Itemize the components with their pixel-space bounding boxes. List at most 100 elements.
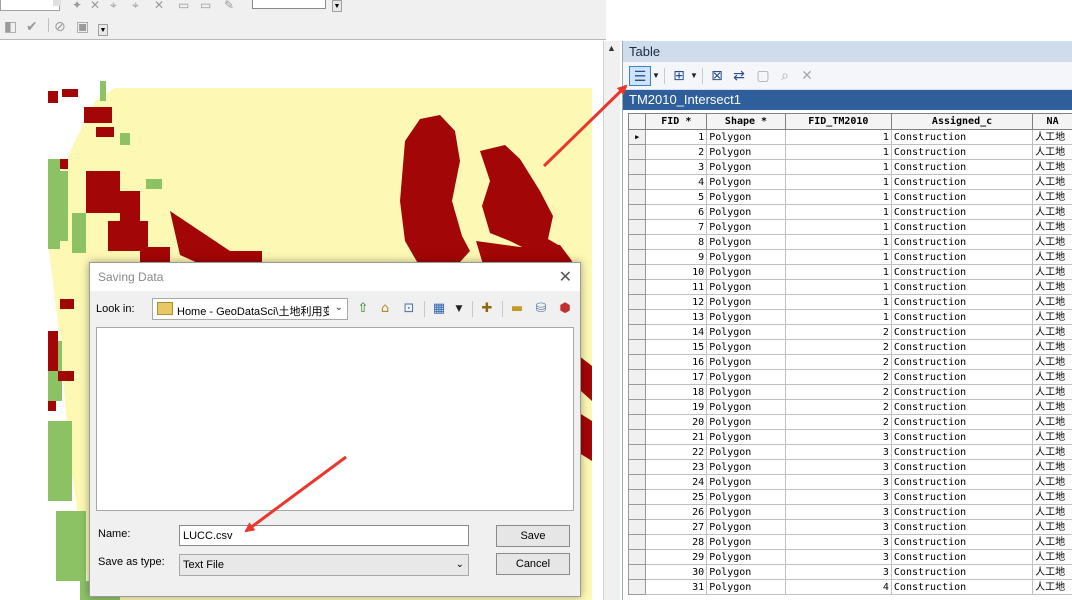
tool-icon[interactable]: ⌖	[132, 0, 139, 11]
cell-shape[interactable]: Polygon	[706, 414, 786, 430]
delete-selected-icon[interactable]: ✕	[797, 66, 817, 86]
cell-fid[interactable]: 20	[645, 414, 708, 430]
table-row[interactable]: 11 Polygon 1 Construction 人工地	[628, 279, 1072, 295]
row-selector[interactable]	[628, 444, 647, 460]
cell-fid[interactable]: 31	[645, 579, 708, 595]
cell-fid-tm2010[interactable]: 2	[784, 339, 892, 355]
cell-shape[interactable]: Polygon	[706, 294, 786, 310]
row-selector[interactable]	[628, 519, 647, 535]
table-tab[interactable]: TM2010_Intersect1	[623, 90, 1072, 110]
cell-fid[interactable]: 7	[645, 219, 708, 235]
cell-assigned-c[interactable]: Construction	[890, 354, 1034, 370]
cell-assigned-c[interactable]: Construction	[890, 534, 1034, 550]
row-selector[interactable]	[628, 309, 647, 325]
cell-fid-tm2010[interactable]: 3	[784, 474, 892, 490]
cell-fid-tm2010[interactable]: 1	[784, 309, 892, 325]
table-row[interactable]: 29 Polygon 3 Construction 人工地	[628, 549, 1072, 565]
cell-fid[interactable]: 8	[645, 234, 708, 250]
cell-fid-tm2010[interactable]: 2	[784, 414, 892, 430]
cell-shape[interactable]: Polygon	[706, 549, 786, 565]
tool-icon[interactable]: ✦	[72, 0, 82, 11]
table-row[interactable]: 28 Polygon 3 Construction 人工地	[628, 534, 1072, 550]
cell-assigned-c[interactable]: Construction	[890, 429, 1034, 445]
table-row[interactable]: 16 Polygon 2 Construction 人工地	[628, 354, 1072, 370]
table-options-icon[interactable]: ☰	[629, 66, 651, 86]
row-selector[interactable]	[628, 159, 647, 175]
cell-fid[interactable]: 10	[645, 264, 708, 280]
cell-na[interactable]: 人工地	[1032, 384, 1072, 400]
row-selector[interactable]	[628, 219, 647, 235]
row-selector[interactable]	[628, 144, 647, 160]
cell-na[interactable]: 人工地	[1032, 339, 1072, 355]
cell-assigned-c[interactable]: Construction	[890, 579, 1034, 595]
cell-na[interactable]: 人工地	[1032, 219, 1072, 235]
table-row[interactable]: 20 Polygon 2 Construction 人工地	[628, 414, 1072, 430]
cell-fid-tm2010[interactable]: 3	[784, 534, 892, 550]
table-row[interactable]: 8 Polygon 1 Construction 人工地	[628, 234, 1072, 250]
cell-assigned-c[interactable]: Construction	[890, 414, 1034, 430]
cell-fid[interactable]: 23	[645, 459, 708, 475]
new-folder-icon[interactable]: ✚	[478, 300, 496, 318]
row-selector[interactable]	[628, 384, 647, 400]
cell-shape[interactable]: Polygon	[706, 519, 786, 535]
cell-fid-tm2010[interactable]: 2	[784, 399, 892, 415]
cell-fid[interactable]: 14	[645, 324, 708, 340]
identify-icon[interactable]: ✔	[26, 20, 38, 34]
row-selector[interactable]	[628, 474, 647, 490]
table-row[interactable]: 24 Polygon 3 Construction 人工地	[628, 474, 1072, 490]
table-row[interactable]: 14 Polygon 2 Construction 人工地	[628, 324, 1072, 340]
view-dropdown-icon[interactable]: ▼	[450, 300, 468, 318]
cell-assigned-c[interactable]: Construction	[890, 249, 1034, 265]
options-icon[interactable]: ⊘	[54, 20, 66, 34]
row-selector[interactable]	[628, 579, 647, 595]
cell-assigned-c[interactable]: Construction	[890, 294, 1034, 310]
map-scrollbar[interactable]: ▲	[603, 41, 620, 600]
row-selector[interactable]	[628, 549, 647, 565]
cell-shape[interactable]: Polygon	[706, 444, 786, 460]
column-header-assigned-c[interactable]: Assigned_c	[890, 113, 1034, 130]
cell-fid[interactable]: 26	[645, 504, 708, 520]
table-row[interactable]: 13 Polygon 1 Construction 人工地	[628, 309, 1072, 325]
cell-na[interactable]: 人工地	[1032, 519, 1072, 535]
cell-shape[interactable]: Polygon	[706, 219, 786, 235]
row-selector[interactable]	[628, 279, 647, 295]
cell-na[interactable]: 人工地	[1032, 399, 1072, 415]
table-row[interactable]: 19 Polygon 2 Construction 人工地	[628, 399, 1072, 415]
related-tables-icon[interactable]: ⊞	[669, 66, 689, 86]
cell-fid-tm2010[interactable]: 3	[784, 489, 892, 505]
cell-na[interactable]: 人工地	[1032, 264, 1072, 280]
cell-fid[interactable]: 4	[645, 174, 708, 190]
cell-fid-tm2010[interactable]: 3	[784, 564, 892, 580]
cell-na[interactable]: 人工地	[1032, 324, 1072, 340]
cell-fid-tm2010[interactable]: 3	[784, 459, 892, 475]
cell-shape[interactable]: Polygon	[706, 579, 786, 595]
database-icon[interactable]: ⛁	[532, 300, 550, 318]
cell-fid-tm2010[interactable]: 1	[784, 204, 892, 220]
cell-fid-tm2010[interactable]: 2	[784, 369, 892, 385]
cell-shape[interactable]: Polygon	[706, 279, 786, 295]
cell-shape[interactable]: Polygon	[706, 459, 786, 475]
connect-folder-icon[interactable]: ⊡	[400, 300, 418, 318]
cell-assigned-c[interactable]: Construction	[890, 309, 1034, 325]
cell-na[interactable]: 人工地	[1032, 504, 1072, 520]
table-row[interactable]: 10 Polygon 1 Construction 人工地	[628, 264, 1072, 280]
row-selector[interactable]	[628, 429, 647, 445]
cell-shape[interactable]: Polygon	[706, 159, 786, 175]
cell-fid[interactable]: 17	[645, 369, 708, 385]
row-selector[interactable]	[628, 189, 647, 205]
table-row[interactable]: 9 Polygon 1 Construction 人工地	[628, 249, 1072, 265]
cell-fid-tm2010[interactable]: 3	[784, 549, 892, 565]
toolbox-icon[interactable]: ⬢	[556, 300, 574, 318]
row-selector[interactable]	[628, 174, 647, 190]
cell-assigned-c[interactable]: Construction	[890, 189, 1034, 205]
cell-shape[interactable]: Polygon	[706, 189, 786, 205]
table-row[interactable]: 25 Polygon 3 Construction 人工地	[628, 489, 1072, 505]
cell-fid-tm2010[interactable]: 1	[784, 249, 892, 265]
row-selector[interactable]	[628, 534, 647, 550]
cell-fid-tm2010[interactable]: 1	[784, 294, 892, 310]
row-selector[interactable]: ▶	[628, 129, 647, 145]
cell-fid-tm2010[interactable]: 1	[784, 159, 892, 175]
cell-fid[interactable]: 18	[645, 384, 708, 400]
cell-fid[interactable]: 9	[645, 249, 708, 265]
cell-shape[interactable]: Polygon	[706, 384, 786, 400]
